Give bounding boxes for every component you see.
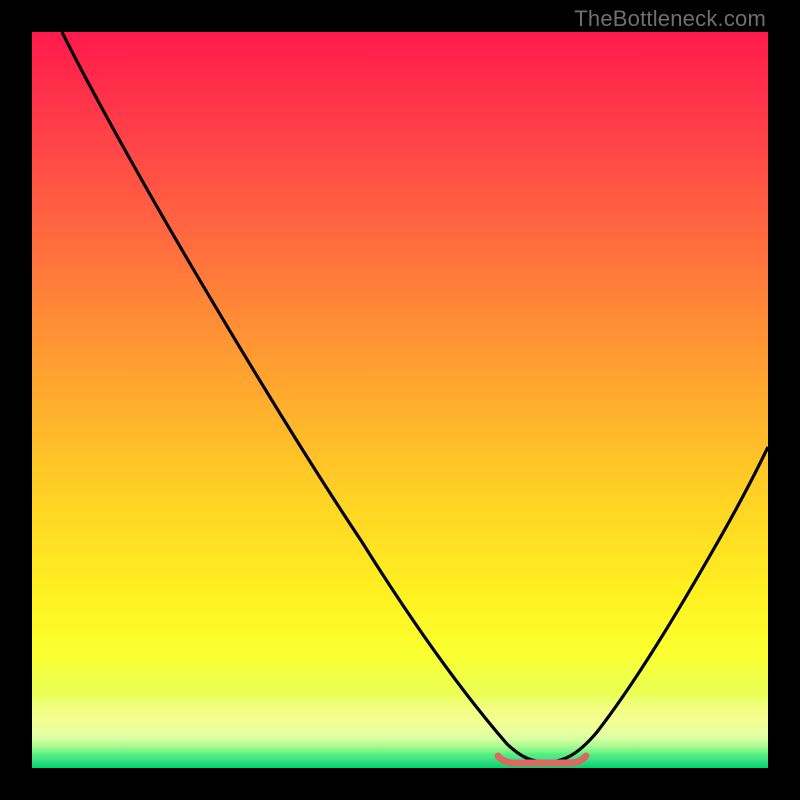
highlight-band bbox=[32, 694, 768, 756]
watermark-text: TheBottleneck.com bbox=[574, 6, 766, 32]
valley-marker bbox=[498, 756, 586, 763]
curve-path bbox=[62, 32, 768, 762]
plot-area bbox=[32, 32, 768, 768]
chart-frame: TheBottleneck.com bbox=[0, 0, 800, 800]
bottleneck-curve bbox=[32, 32, 768, 768]
baseline-strip bbox=[32, 756, 768, 768]
